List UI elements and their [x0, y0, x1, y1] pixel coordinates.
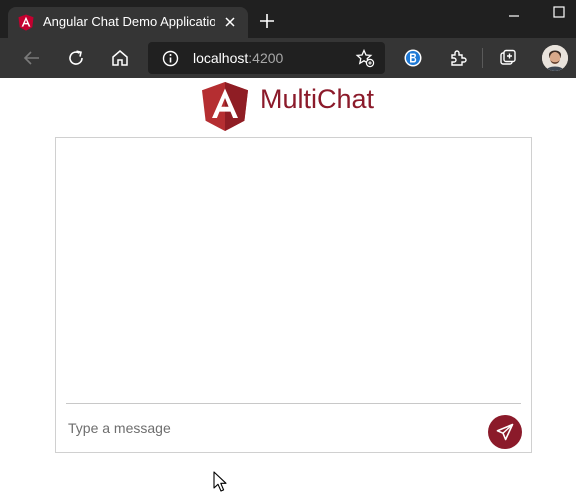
minimize-icon[interactable] — [507, 9, 521, 23]
browser-title-bar: Angular Chat Demo Application — [0, 0, 576, 38]
maximize-icon[interactable] — [552, 5, 566, 19]
close-icon[interactable] — [223, 15, 237, 29]
mouse-cursor-icon — [213, 471, 227, 492]
composer-divider — [66, 403, 521, 404]
info-icon[interactable] — [162, 50, 179, 67]
browser-tab[interactable]: Angular Chat Demo Application — [8, 7, 248, 38]
address-bar[interactable]: localhost:4200 — [148, 42, 385, 74]
avatar-photo — [542, 45, 568, 71]
home-icon[interactable] — [110, 48, 130, 68]
collections-icon[interactable] — [498, 48, 518, 68]
back-icon[interactable] — [22, 48, 42, 68]
refresh-icon[interactable] — [66, 48, 86, 68]
profile-avatar[interactable] — [542, 45, 568, 71]
extensions-icon[interactable] — [448, 48, 468, 68]
chat-window — [55, 137, 532, 453]
send-icon — [496, 423, 514, 441]
url-host: localhost — [193, 50, 249, 66]
browser-toolbar: localhost:4200 — [0, 38, 576, 78]
toolbar-separator — [482, 48, 483, 68]
url-text[interactable]: localhost:4200 — [193, 50, 283, 66]
url-port: :4200 — [248, 50, 284, 66]
angular-logo-icon — [202, 82, 248, 131]
message-input[interactable] — [66, 414, 480, 442]
app-title: MultiChat — [260, 84, 375, 114]
send-button[interactable] — [488, 415, 522, 449]
tab-title: Angular Chat Demo Application — [43, 14, 215, 29]
page-content: MultiChat — [0, 78, 576, 494]
bing-icon[interactable] — [403, 48, 423, 68]
message-list[interactable] — [66, 146, 521, 402]
new-tab-icon[interactable] — [258, 12, 276, 30]
angular-icon — [18, 14, 34, 31]
favorites-add-icon[interactable] — [355, 48, 375, 68]
